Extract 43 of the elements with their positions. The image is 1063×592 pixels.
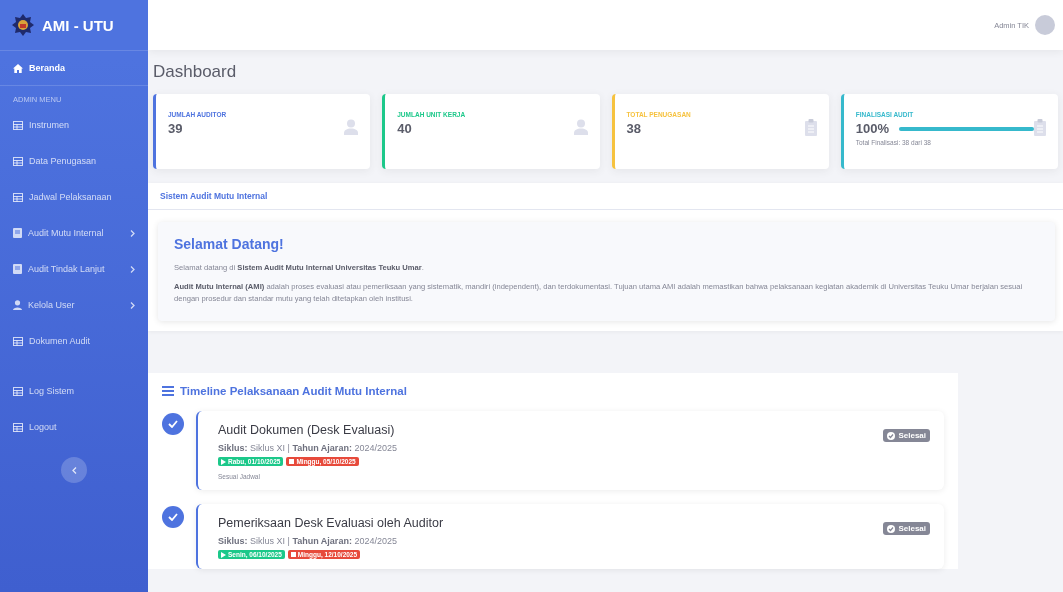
timeline-title: Audit Dokumen (Desk Evaluasi) xyxy=(218,423,396,438)
timeline-meta: Siklus: Siklus XI | Tahun Ajaran: 2024/2025 xyxy=(218,443,398,454)
logo-icon xyxy=(12,14,34,36)
timeline-meta: Siklus: Siklus XI | Tahun Ajaran: 2024/2025 xyxy=(218,536,398,547)
clipboard-icon xyxy=(1034,119,1046,136)
page-title: Dashboard xyxy=(153,62,238,82)
book-icon xyxy=(13,264,22,274)
sidebar-item[interactable]: Audit Tindak Lanjut xyxy=(0,251,148,287)
sidebar-item[interactable]: Log Sistem xyxy=(0,373,148,409)
status-badge: Selesai xyxy=(883,522,930,536)
stat-value: 38 xyxy=(626,121,641,136)
panel-title: Sistem Audit Mutu Internal xyxy=(148,183,1063,210)
user-icon xyxy=(13,300,22,310)
user-icon xyxy=(344,119,359,135)
sidebar-item[interactable]: Data Penugasan xyxy=(0,143,148,179)
stat-value: 39 xyxy=(168,121,183,136)
menu-icon xyxy=(162,386,174,397)
sidebar-item[interactable]: Audit Mutu Internal xyxy=(0,215,148,251)
sidebar-toggle-button[interactable] xyxy=(61,457,87,483)
status-badge: Selesai xyxy=(883,429,930,443)
sidebar-item[interactable]: Dokumen Audit xyxy=(0,323,148,359)
timeline-title-heading: Timeline Pelaksanaan Audit Mutu Internal xyxy=(180,385,407,398)
timeline-title: Pemeriksaan Desk Evaluasi oleh Auditor xyxy=(218,516,445,531)
sidebar-item[interactable]: Instrumen xyxy=(0,107,148,143)
table-icon xyxy=(13,336,23,346)
sidebar-item[interactable]: Logout xyxy=(0,409,148,445)
sidebar-item[interactable]: Jadwal Pelaksanaan xyxy=(0,179,148,215)
chevron-left-icon xyxy=(71,466,77,474)
stat-value: 100% xyxy=(855,121,889,136)
brand-title: AMI - UTU xyxy=(42,16,114,34)
home-icon xyxy=(13,63,23,73)
welcome-title: Selamat Datang! xyxy=(174,236,285,252)
table-icon xyxy=(13,120,23,130)
user-icon xyxy=(573,119,588,135)
book-icon xyxy=(13,228,22,238)
sidebar-item[interactable]: Kelola User xyxy=(0,287,148,323)
clipboard-icon xyxy=(804,119,817,136)
table-icon xyxy=(13,192,23,202)
table-icon xyxy=(13,156,23,166)
table-icon xyxy=(13,386,23,396)
table-icon xyxy=(13,422,23,432)
stat-value: 40 xyxy=(397,121,412,136)
avatar[interactable] xyxy=(1035,15,1055,35)
